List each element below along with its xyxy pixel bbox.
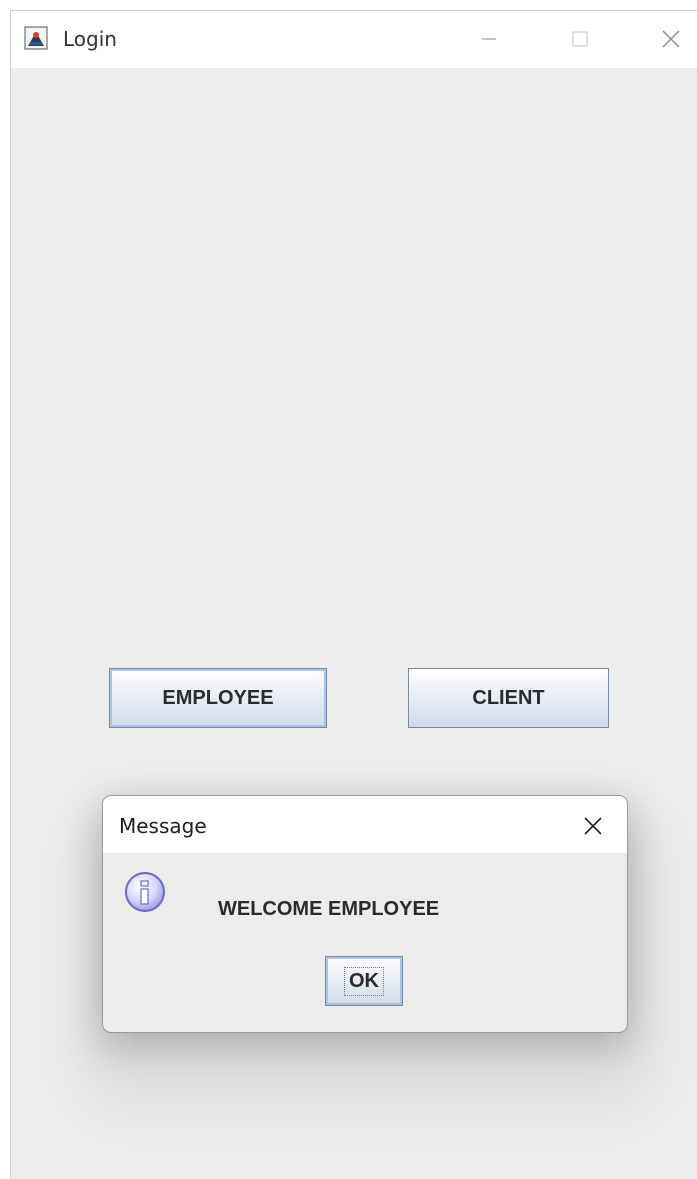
maximize-button[interactable] <box>557 17 603 61</box>
window-title: Login <box>63 27 117 51</box>
dialog-title: Message <box>119 814 207 838</box>
java-app-icon <box>24 26 48 50</box>
info-icon <box>125 872 165 912</box>
ok-button[interactable]: OK <box>325 956 403 1006</box>
ok-button-label: OK <box>344 966 384 996</box>
minimize-icon <box>482 38 496 40</box>
login-window: Login EMPLOYEE CLIENT Message WELCOME EM… <box>10 10 697 1179</box>
message-dialog: Message WELCOME EMPLOYEE OK <box>102 795 628 1033</box>
dialog-titlebar[interactable]: Message <box>103 796 627 853</box>
client-button[interactable]: CLIENT <box>408 668 609 728</box>
minimize-button[interactable] <box>466 17 512 61</box>
window-close-button[interactable] <box>648 17 694 61</box>
employee-button[interactable]: EMPLOYEE <box>109 668 327 728</box>
close-icon <box>584 817 602 835</box>
dialog-message: WELCOME EMPLOYEE <box>218 898 440 920</box>
close-icon <box>662 30 680 48</box>
dialog-close-button[interactable] <box>573 806 613 846</box>
maximize-icon <box>572 31 588 47</box>
window-titlebar[interactable]: Login <box>11 11 697 68</box>
